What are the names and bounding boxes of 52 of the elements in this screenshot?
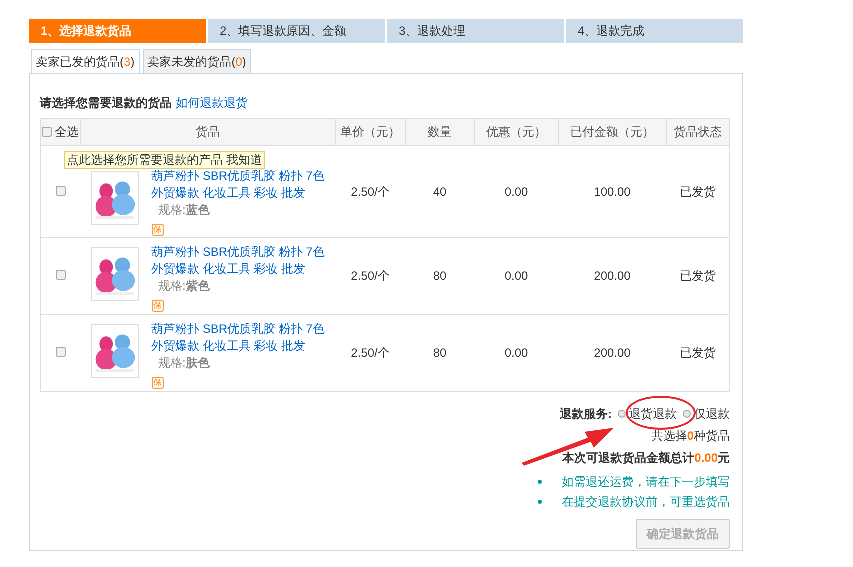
refund-total: 本次可退款货品金额总计0.00元 xyxy=(562,450,730,467)
guarantee-badge: 保 xyxy=(152,300,164,312)
spec-text: 规格:紫色 xyxy=(158,279,210,293)
paid-text: 200.00 xyxy=(594,269,631,283)
bullet-icon xyxy=(538,500,542,504)
status-text: 已发货 xyxy=(680,269,716,283)
product-link[interactable]: 葫芦粉扑 SBR优质乳胶 粉扑 7色外贸爆款 化妆工具 彩妆 批发 xyxy=(152,321,332,355)
guarantee-badge: 保 xyxy=(152,377,164,389)
column-header: 货品 xyxy=(196,125,220,139)
paid-text: 200.00 xyxy=(594,346,631,360)
product-link[interactable]: 葫芦粉扑 SBR优质乳胶 粉扑 7色外贸爆款 化妆工具 彩妆 批发 xyxy=(152,244,332,278)
radio[interactable] xyxy=(618,410,626,418)
checkbox[interactable] xyxy=(56,186,66,196)
discount-text: 0.00 xyxy=(504,184,528,198)
price-text: 2.50/个 xyxy=(351,346,390,360)
price-text: 2.50/个 xyxy=(351,269,390,283)
quantity-text: 80 xyxy=(433,269,447,283)
selected-count: 共选择0种货品 xyxy=(651,428,730,445)
checkbox[interactable] xyxy=(42,127,52,137)
radio-option[interactable]: 退货退款 xyxy=(618,405,677,423)
guarantee-badge: 保 xyxy=(152,224,164,236)
paid-text: 100.00 xyxy=(594,184,631,198)
column-header: 数量 xyxy=(428,125,452,139)
tab[interactable]: 卖家已发的货品(3) xyxy=(31,49,140,73)
note-text: 如需退还运费，请在下一步填写 xyxy=(562,474,730,491)
column-header: 优惠（元） xyxy=(486,125,546,139)
status-text: 已发货 xyxy=(680,346,716,360)
quantity-text: 80 xyxy=(433,346,447,360)
tab[interactable]: 卖家未发的货品(0) xyxy=(142,49,252,73)
radio[interactable] xyxy=(683,410,691,418)
price-text: 2.50/个 xyxy=(351,184,390,198)
spec-text: 规格:肤色 xyxy=(158,356,210,370)
tooltip: 点此选择您所需要退款的产品 我知道 xyxy=(64,151,266,169)
column-header: 已付金额（元） xyxy=(570,125,654,139)
help-link[interactable]: 如何退款退货 xyxy=(176,94,248,112)
column-header: 货品状态 xyxy=(674,125,722,139)
annotation-circle xyxy=(626,396,696,430)
discount-text: 0.00 xyxy=(504,346,528,360)
service-label: 退款服务: xyxy=(560,406,612,423)
status-text: 已发货 xyxy=(680,184,716,198)
column-header: 单价（元） xyxy=(340,125,400,139)
column-header: 全选 xyxy=(55,124,79,141)
product-link[interactable]: 葫芦粉扑 SBR优质乳胶 粉扑 7色外贸爆款 化妆工具 彩妆 批发 xyxy=(152,168,332,202)
section-heading: 请选择您需要退款的货品 xyxy=(40,95,172,112)
discount-text: 0.00 xyxy=(504,269,528,283)
note-text: 在提交退款协议前，可重选货品 xyxy=(562,494,730,511)
checkbox[interactable] xyxy=(56,347,66,357)
spec-text: 规格:蓝色 xyxy=(158,203,210,217)
checkbox[interactable] xyxy=(56,270,66,280)
radio-option[interactable]: 仅退款 xyxy=(683,405,730,423)
bullet-icon xyxy=(538,480,542,484)
quantity-text: 40 xyxy=(433,184,447,198)
